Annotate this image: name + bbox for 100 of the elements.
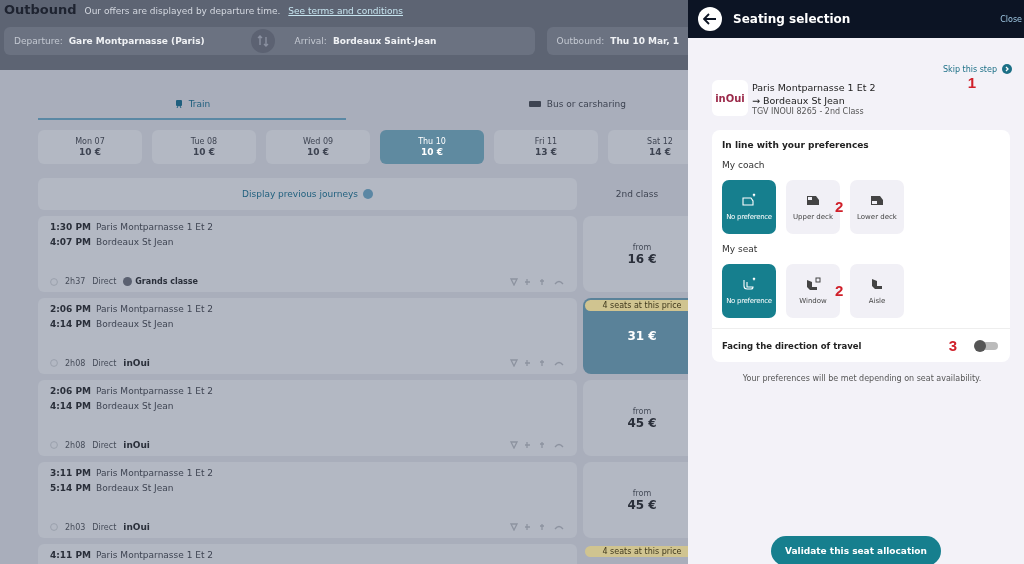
journey-card[interactable]: 2:06 PM Paris Montparnasse 1 Et 2 4:14 PM Bordeaux St Jean 2h08 Direct inOui	[38, 380, 577, 456]
duration: 2h08	[65, 440, 86, 450]
brand-dot-icon	[123, 277, 133, 286]
arrival-station: Bordeaux St Jean	[96, 483, 174, 493]
journey-card[interactable]: 3:11 PM Paris Montparnasse 1 Et 2 5:14 PM Bordeaux St Jean 2h03 Direct inOui	[38, 462, 577, 538]
train-icon	[173, 99, 184, 109]
field-value: Bordeaux Saint-Jean	[332, 36, 437, 46]
brand-logo: inOui	[123, 358, 150, 368]
back-arrow-icon	[703, 13, 717, 25]
lower-deck-icon	[869, 193, 885, 207]
arrival-station: Bordeaux St Jean	[96, 237, 174, 247]
panel-title: Seating selection	[733, 12, 851, 26]
price: 45 €	[627, 415, 657, 430]
duration: 2h37	[65, 277, 86, 286]
brand-logo: inOui	[712, 80, 748, 116]
arrival-time: 4:07 PM	[50, 237, 92, 247]
field-label: Arrival:	[294, 36, 327, 46]
train-info: TGV INOUI 8265 - 2nd Class	[752, 106, 865, 116]
arrival-time: 5:14 PM	[50, 483, 92, 493]
terms-link[interactable]: See terms and conditions	[288, 6, 403, 16]
arrival-time: 4:14 PM	[50, 319, 92, 329]
destination-station: → Bordeaux St Jean	[752, 93, 846, 107]
departure-time: 3:11 PM	[50, 468, 92, 478]
page-title: Outbound	[4, 2, 77, 17]
field-value: Gare Montparnasse (Paris)	[68, 36, 205, 46]
date-tab[interactable]: Wed 09 10 €	[266, 130, 370, 164]
facing-toggle[interactable]	[975, 341, 998, 350]
group-label: My seat	[722, 244, 759, 254]
amenities-icon	[509, 441, 565, 449]
origin-station: Paris Montparnasse 1 Et 2	[752, 80, 876, 94]
card-heading: In line with your preferences	[722, 140, 870, 150]
date-tab[interactable]: Thu 10 10 €	[380, 130, 484, 164]
journey-type: Direct	[92, 440, 117, 450]
journey-card[interactable]: 4:11 PM Paris Montparnasse 1 Et 2	[38, 544, 577, 564]
journey-card[interactable]: 1:30 PM Paris Montparnasse 1 Et 2 4:07 PM Bordeaux St Jean 2h37 Direct Grands classe	[38, 216, 577, 292]
departure-time: 1:30 PM	[50, 222, 92, 232]
back-button[interactable]	[698, 7, 722, 31]
amenities-icon	[509, 277, 565, 286]
price-card[interactable]: from 45 €	[583, 462, 688, 538]
coach-icon	[741, 193, 757, 207]
date-tab[interactable]: Sat 12 14 €	[608, 130, 688, 164]
group-label: My coach	[722, 160, 766, 170]
from-label: from	[632, 242, 652, 252]
close-link[interactable]: Close	[1000, 14, 1022, 24]
duration: 2h08	[65, 358, 86, 368]
duration: 2h03	[65, 522, 86, 532]
date-tab[interactable]: Tue 08 10 €	[152, 130, 256, 164]
page-subtitle: Our offers are displayed by departure time.	[84, 6, 281, 16]
journey-type: Direct	[92, 358, 117, 368]
price: 16 €	[627, 251, 657, 266]
window-seat-icon	[805, 277, 821, 291]
route-field[interactable]: Departure: Gare Montparnasse (Paris) Arrival: Bordeaux Saint-Jean	[4, 27, 535, 55]
price: 45 €	[627, 497, 657, 512]
field-value: Thu 10 Mar, 1	[610, 36, 679, 46]
departure-station: Paris Montparnasse 1 Et 2	[96, 222, 214, 232]
date-tab[interactable]: Mon 07 10 €	[38, 130, 142, 164]
availability-note: Your preferences will be met depending on seat availability.	[741, 374, 983, 383]
seat-icon	[741, 277, 757, 291]
departure-station: Paris Montparnasse 1 Et 2	[96, 304, 214, 314]
arrival-time: 4:14 PM	[50, 401, 92, 411]
annotation-number: 3	[948, 337, 957, 354]
skip-link[interactable]: Skip this step	[943, 64, 997, 74]
previous-journeys-button[interactable]: Display previous journeys	[38, 178, 577, 210]
date-field[interactable]: Outbound: Thu 10 Mar, 1	[546, 27, 688, 55]
departure-time: 4:11 PM	[50, 550, 92, 560]
departure-time: 2:06 PM	[50, 304, 92, 314]
bus-icon	[527, 99, 542, 109]
toggle-label: Facing the direction of travel	[722, 340, 862, 351]
price-card[interactable]: 4 seats at this price 31 €	[583, 298, 688, 374]
arrival-station: Bordeaux St Jean	[96, 319, 174, 329]
class-header: 2nd class	[614, 188, 660, 201]
departure-station: Paris Montparnasse 1 Et 2	[96, 468, 214, 478]
arrow-right-icon[interactable]	[1002, 64, 1012, 74]
date-tab[interactable]: Fri 11 13 €	[494, 130, 598, 164]
departure-station: Paris Montparnasse 1 Et 2	[96, 386, 214, 396]
amenities-icon	[509, 359, 565, 367]
annotation-number: 1	[967, 74, 976, 91]
departure-time: 2:06 PM	[50, 386, 92, 396]
from-label: from	[632, 406, 652, 416]
arrival-station: Bordeaux St Jean	[96, 401, 174, 411]
brand-label: Grands classe	[135, 277, 198, 286]
price-card[interactable]: from 16 €	[583, 216, 688, 292]
mode-tab[interactable]: Bus or carsharing	[346, 90, 626, 120]
mode-tab[interactable]: Train	[38, 90, 346, 120]
journey-card[interactable]: 2:06 PM Paris Montparnasse 1 Et 2 4:14 PM Bordeaux St Jean 2h08 Direct inOui	[38, 298, 577, 374]
field-label: Outbound:	[556, 36, 605, 46]
journey-type: Direct	[92, 522, 117, 532]
info-icon	[362, 189, 373, 199]
brand-logo: inOui	[123, 440, 150, 450]
brand-logo: inOui	[123, 522, 150, 532]
upper-deck-icon	[805, 193, 821, 207]
field-label: Departure:	[14, 36, 63, 46]
journey-type: Direct	[92, 277, 117, 286]
price-card[interactable]: from 45 €	[583, 380, 688, 456]
departure-station: Paris Montparnasse 1 Et 2	[96, 550, 214, 560]
amenities-icon	[509, 523, 565, 531]
validate-button[interactable]: Validate this seat allocation	[771, 536, 941, 564]
from-label: from	[632, 488, 652, 498]
price: 31 €	[627, 329, 657, 343]
aisle-seat-icon	[869, 277, 885, 291]
